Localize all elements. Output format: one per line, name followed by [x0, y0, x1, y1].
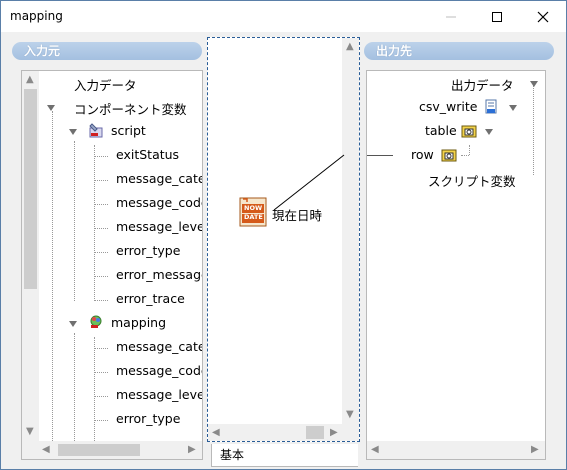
scroll-up-icon[interactable]: ▲ [26, 75, 34, 85]
tree-item-leaf[interactable]: message_level [116, 219, 202, 234]
tree-item-leaf[interactable]: message_category [116, 339, 202, 354]
tree-item-leaf[interactable]: exitStatus [116, 147, 179, 162]
minimize-button[interactable] [428, 1, 474, 32]
scroll-left-icon[interactable]: ◀ [212, 428, 220, 438]
csv-write-icon [485, 99, 497, 114]
collapse-icon[interactable] [69, 129, 77, 135]
tree-line [94, 156, 108, 157]
tab-bar [252, 444, 358, 467]
title-bar: mapping [1, 1, 566, 32]
tree-line [469, 145, 470, 155]
tree-line [52, 111, 53, 441]
source-panel-header: 入力元 [12, 42, 202, 60]
tree-line [94, 145, 95, 301]
tree-line [94, 420, 108, 421]
tree-item-component-vars[interactable]: コンポーネント変数 [74, 99, 187, 118]
tree-line [94, 337, 95, 441]
scroll-left-icon[interactable]: ◀ [371, 445, 379, 455]
scroll-thumb-h[interactable] [58, 444, 140, 456]
source-hscrollbar[interactable]: ◀ ▶ [22, 441, 202, 459]
tree-item-leaf[interactable]: message_code [116, 363, 202, 378]
tree-line [94, 396, 108, 397]
tree-item-csv-write[interactable]: csv_write [419, 99, 477, 114]
source-vscrollbar[interactable]: ▲ ▼ [22, 71, 39, 441]
scroll-thumb[interactable] [24, 89, 37, 289]
scroll-down-icon[interactable]: ▼ [26, 427, 34, 437]
scroll-thumb-h[interactable] [306, 426, 324, 439]
tree-line [74, 141, 75, 301]
tree-line [533, 85, 534, 175]
scroll-right-icon[interactable]: ▶ [188, 445, 196, 455]
tree-item-leaf[interactable]: message_level [116, 387, 202, 402]
collapse-icon[interactable] [69, 321, 77, 327]
mapping-connector-line [273, 154, 345, 211]
tree-line [94, 252, 108, 253]
scroll-right-icon[interactable]: ▶ [531, 445, 539, 455]
tree-line [94, 228, 108, 229]
tree-item-row[interactable]: row [411, 147, 434, 162]
canvas-hscrollbar[interactable]: ◀ ▶ [208, 424, 359, 441]
tree-item-leaf[interactable]: error_type [116, 411, 180, 426]
maximize-button[interactable] [474, 1, 520, 32]
tree-line [94, 276, 108, 277]
collapse-icon[interactable] [47, 105, 55, 111]
now-date-node[interactable]: NOW DATE [238, 196, 270, 228]
row-icon [441, 149, 457, 162]
tree-line [94, 348, 108, 349]
tree-item-leaf[interactable]: message_category [116, 171, 202, 186]
tree-item-mapping[interactable]: mapping [111, 315, 166, 330]
tree-item-table[interactable]: table [425, 123, 457, 138]
tree-line [461, 155, 469, 156]
target-hscrollbar[interactable]: ◀ ▶ [367, 441, 545, 459]
scroll-right-icon[interactable]: ▶ [330, 428, 338, 438]
tree-item-output-data[interactable]: 出力データ [451, 75, 514, 94]
mapping-component-icon [90, 315, 102, 328]
tree-line [94, 300, 108, 301]
close-icon [537, 11, 549, 22]
window-title: mapping [10, 9, 63, 23]
tree-line [94, 180, 108, 181]
collapse-icon[interactable] [509, 105, 517, 111]
collapse-icon[interactable] [530, 81, 538, 87]
collapse-icon[interactable] [485, 129, 493, 135]
tree-item-script-vars[interactable]: スクリプト変数 [428, 171, 516, 190]
maximize-icon [492, 11, 502, 22]
source-tree[interactable]: ▲ ▼ ◀ ▶ 入力データ コンポーネント変数 script exitStatu… [21, 70, 203, 460]
tree-item-leaf[interactable]: error_message [116, 267, 202, 282]
tree-item-input-data[interactable]: 入力データ [74, 75, 137, 94]
tree-item-leaf[interactable]: error_type [116, 243, 180, 258]
tree-item-script[interactable]: script [111, 123, 146, 138]
tree-line [94, 204, 108, 205]
close-button[interactable] [520, 1, 566, 32]
tab-basic[interactable]: 基本 [211, 444, 253, 467]
tree-item-leaf[interactable]: error_trace [116, 291, 185, 306]
mapping-target-line [367, 155, 393, 156]
target-tree[interactable]: ◀ ▶ 出力データ csv_write table row スクリプト変数 [366, 70, 546, 460]
mapping-canvas[interactable]: ▲ ▼ ◀ ▶ NOW DATE 現在日時 [207, 37, 360, 442]
minimize-icon [446, 16, 456, 17]
tree-item-leaf[interactable]: message_code [116, 195, 202, 210]
script-component-icon [89, 123, 103, 138]
tree-line [94, 372, 108, 373]
now-date-label: 現在日時 [272, 208, 323, 223]
target-panel-header: 出力先 [364, 42, 554, 60]
tree-line [74, 333, 75, 441]
table-icon [461, 125, 477, 138]
now-date-icon-text: NOW DATE [244, 204, 263, 221]
scroll-left-icon[interactable]: ◀ [42, 445, 50, 455]
